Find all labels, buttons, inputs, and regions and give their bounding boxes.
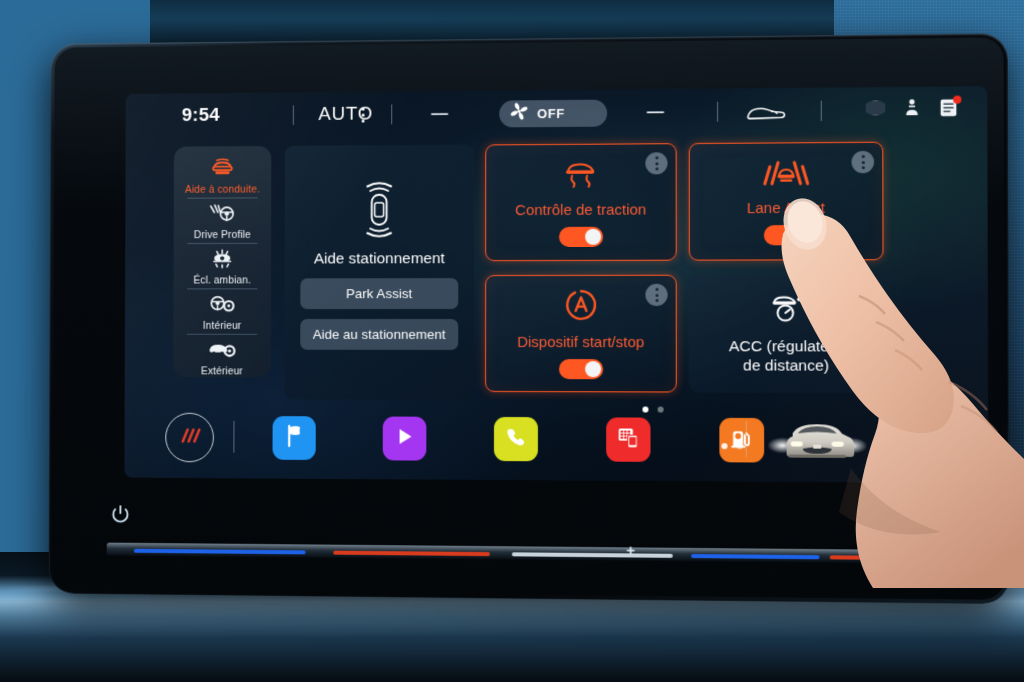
- tile-title: Lane Assist: [746, 199, 825, 217]
- settings-sidebar: Aide à conduite. Drive Profile Écl. ambi…: [173, 145, 272, 380]
- phone-icon: [505, 426, 527, 453]
- fuel-pump-icon: [730, 425, 754, 454]
- parking-aid-button[interactable]: Aide au stationnement: [300, 319, 459, 351]
- tile-lane-assist[interactable]: Lane Assist: [688, 141, 884, 261]
- apps-grid-icon: [616, 425, 640, 454]
- home-button[interactable]: [165, 412, 214, 463]
- apps-grid-app[interactable]: [606, 417, 651, 462]
- slider-segment-red-right[interactable]: [829, 555, 937, 561]
- fuel-app[interactable]: [719, 417, 765, 463]
- tile-title: Dispositif start/stop: [517, 333, 645, 351]
- tile-options-kebab-icon[interactable]: [851, 150, 875, 174]
- right-temperature[interactable]: ––: [646, 102, 663, 122]
- auto-climate-label[interactable]: AUTO: [318, 104, 373, 126]
- left-temperature[interactable]: ––: [431, 104, 448, 124]
- slider-segment-blue-right[interactable]: [691, 553, 820, 560]
- dock-page-dot-1[interactable]: [721, 443, 728, 450]
- infotainment-screen-bezel: 9:54 AUTO –– OFF –– Aide à conduite. Dri…: [48, 33, 1010, 605]
- dock-page-dot-2[interactable]: [736, 443, 743, 450]
- tile-options-kebab-icon[interactable]: [645, 283, 668, 306]
- slider-segment-red-left[interactable]: [333, 550, 490, 557]
- fan-speed-control[interactable]: OFF: [499, 99, 608, 128]
- tile-options-kebab-icon[interactable]: [645, 152, 668, 175]
- flag-icon: [282, 423, 306, 454]
- sidebar-label: Extérieur: [200, 364, 243, 377]
- auto-start-stop-icon: [564, 288, 598, 322]
- fan-icon: [508, 100, 530, 127]
- media-app[interactable]: [382, 416, 427, 461]
- lane-assist-icon: [758, 157, 813, 188]
- status-divider-4: [820, 100, 822, 121]
- sidebar-item-drive-profile[interactable]: Drive Profile: [174, 198, 272, 243]
- status-divider-1: [292, 105, 294, 126]
- assistance-tiles-grid: Aide stationnement Park Assist Aide au s…: [284, 141, 897, 402]
- tile-adaptive-cruise-control[interactable]: ACC (régulateur de distance): [688, 274, 884, 394]
- tile-title: ACC (régulateur de distance): [729, 338, 843, 375]
- car-rear-defrost-icon[interactable]: [743, 101, 786, 129]
- driving-assist-icon: [209, 156, 236, 183]
- clock: 9:54: [181, 104, 220, 126]
- lane-assist-toggle[interactable]: [763, 225, 809, 246]
- park-assist-button[interactable]: Park Assist: [300, 278, 459, 310]
- play-icon: [394, 425, 416, 452]
- user-profile-icon[interactable]: [903, 97, 922, 122]
- sidebar-label: Aide à conduite.: [185, 183, 260, 196]
- status-right-icons: [864, 95, 962, 123]
- auto-start-stop-toggle[interactable]: [558, 359, 603, 380]
- sidebar-item-exterior[interactable]: Extérieur: [173, 335, 271, 380]
- slider-segment-blue-left[interactable]: [133, 548, 306, 555]
- status-divider-3: [717, 101, 719, 122]
- status-bar: 9:54 AUTO –– OFF ––: [126, 86, 988, 139]
- temperature-increase-label[interactable]: +: [626, 542, 635, 559]
- sidebar-item-ambient-light[interactable]: Écl. ambian.: [174, 244, 272, 289]
- navigation-app[interactable]: [272, 416, 316, 460]
- ambient-light-icon: [208, 246, 237, 273]
- slider-segment-neutral[interactable]: [511, 552, 673, 558]
- tile-title-line-2: de distance): [742, 356, 830, 375]
- traction-control-icon: [561, 157, 601, 189]
- globe-icon[interactable]: [864, 98, 887, 122]
- parking-sensors-car-icon: [357, 181, 400, 239]
- sidebar-label: Intérieur: [202, 319, 242, 332]
- app-dock: [124, 401, 988, 484]
- car-front-render[interactable]: [767, 415, 868, 468]
- tile-title: Contrôle de traction: [515, 201, 647, 219]
- dock-page-indicator[interactable]: [721, 443, 743, 450]
- exterior-settings-icon: [207, 337, 236, 364]
- three-slashes-icon: [177, 425, 202, 450]
- dock-divider: [233, 420, 235, 453]
- tile-parking-assist[interactable]: Aide stationnement Park Assist Aide au s…: [284, 144, 475, 400]
- adaptive-cruise-control-icon: [764, 292, 807, 326]
- steering-wheel-icon: [208, 201, 237, 228]
- phone-app[interactable]: [493, 416, 538, 462]
- vertical-dots-icon[interactable]: [361, 107, 365, 123]
- tile-title-line-1: ACC (régulateur: [728, 338, 844, 356]
- traction-control-toggle[interactable]: [558, 227, 603, 248]
- sidebar-label: Drive Profile: [193, 228, 251, 241]
- sidebar-item-driving-assist[interactable]: Aide à conduite.: [174, 153, 272, 198]
- tile-traction-control[interactable]: Contrôle de traction: [485, 143, 677, 262]
- tile-auto-start-stop[interactable]: Dispositif start/stop: [485, 274, 677, 393]
- status-divider-2: [391, 104, 393, 125]
- dock-divider-2: [745, 420, 747, 458]
- fan-status-label: OFF: [537, 105, 565, 122]
- interior-settings-icon: [207, 292, 236, 319]
- infotainment-display: 9:54 AUTO –– OFF –– Aide à conduite. Dri…: [124, 86, 989, 484]
- tile-title: Aide stationnement: [313, 250, 445, 268]
- sidebar-label: Écl. ambian.: [193, 273, 251, 286]
- notifications-icon[interactable]: [939, 95, 962, 123]
- notification-badge: [953, 95, 962, 104]
- sidebar-item-interior[interactable]: Intérieur: [173, 289, 271, 334]
- power-button-icon[interactable]: [110, 503, 131, 525]
